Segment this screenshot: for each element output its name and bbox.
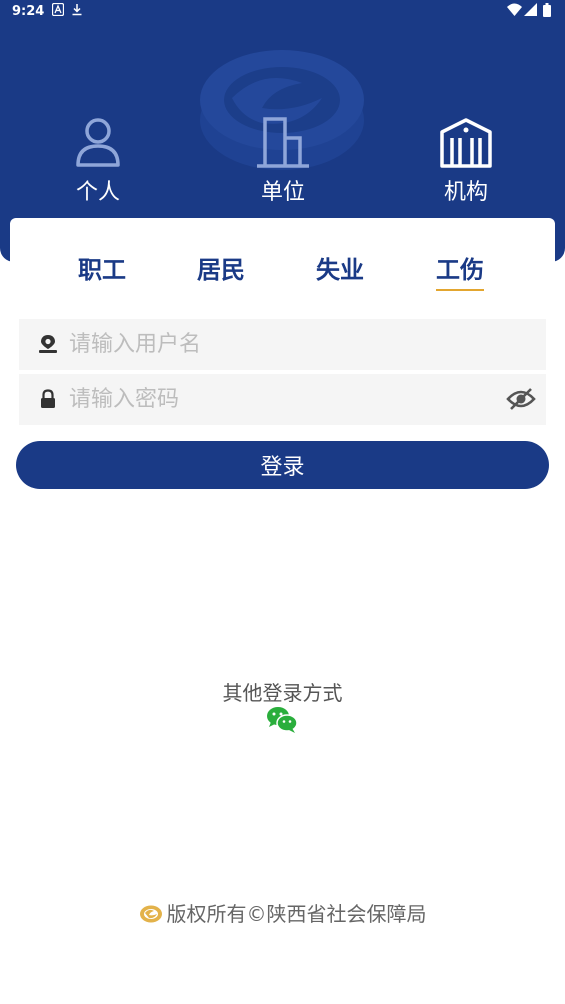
tab-resident[interactable]: 居民: [197, 250, 245, 289]
password-row: [19, 374, 546, 425]
lock-icon: [41, 389, 55, 408]
username-row: [19, 319, 546, 370]
nav-label-personal: 个人: [75, 180, 120, 205]
user-pin-icon: [39, 335, 57, 353]
building-icon: [257, 117, 309, 168]
eye-off-icon[interactable]: [506, 386, 536, 412]
status-time: 9:24: [12, 4, 45, 19]
nav-item-institution[interactable]: 机构: [406, 116, 526, 206]
person-icon: [76, 118, 120, 167]
download-icon: [72, 4, 82, 16]
status-bar: 9:24: [0, 0, 565, 24]
footer: 版权所有©陕西省社会保障局: [0, 898, 565, 927]
tab-unemployment[interactable]: 失业: [316, 250, 364, 289]
tab-work-injury[interactable]: 工伤: [436, 250, 484, 291]
signal-icon: [524, 3, 537, 16]
copyright-text: 版权所有©陕西省社会保障局: [166, 902, 427, 926]
tab-employee[interactable]: 职工: [78, 250, 126, 289]
nav-item-company[interactable]: 单位: [223, 116, 343, 206]
wechat-icon[interactable]: [266, 706, 298, 734]
institution-icon: [440, 118, 492, 168]
category-tabs-card: 职工 居民 失业 工伤: [10, 218, 555, 308]
battery-icon: [543, 3, 551, 17]
nav-label-company: 单位: [260, 180, 305, 205]
nav-label-institution: 机构: [443, 180, 488, 205]
password-input[interactable]: [69, 374, 489, 425]
nav-item-personal[interactable]: 个人: [38, 116, 158, 206]
username-input[interactable]: [69, 319, 489, 370]
wifi-icon: [507, 3, 522, 16]
login-button[interactable]: 登录: [16, 441, 549, 489]
other-login-label: 其他登录方式: [222, 681, 343, 705]
notification-icon: [52, 3, 64, 16]
social-security-logo-icon: [139, 905, 162, 923]
